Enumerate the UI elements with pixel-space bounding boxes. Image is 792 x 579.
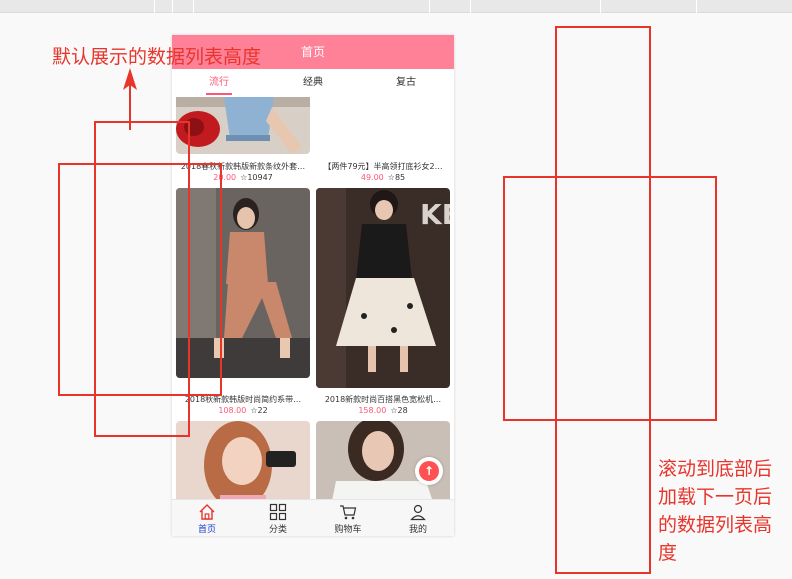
profile-icon	[410, 504, 426, 521]
tab-vintage[interactable]: 复古	[376, 69, 436, 97]
tab-label: 流行	[209, 77, 229, 88]
tab-classic[interactable]: 经典	[283, 69, 343, 97]
tab-popular[interactable]: 流行	[189, 69, 249, 97]
tabbar-label: 首页	[197, 525, 216, 535]
tabbar-item-cart[interactable]: 购物车	[313, 500, 383, 536]
goods-fav-count: 22	[257, 406, 268, 415]
category-icon	[269, 503, 287, 521]
tabbar-item-category[interactable]: 分类	[243, 500, 313, 536]
goods-info: 49.00 ☆85	[316, 173, 450, 182]
home-icon	[199, 504, 215, 520]
annotation-loaded-height-label: 滚动到底部后加载下一页后的数据列表高度	[658, 458, 773, 564]
goods-info: 158.00 ☆28	[316, 406, 450, 415]
goods-image[interactable]	[176, 97, 310, 154]
goods-image[interactable]: KE	[316, 188, 450, 388]
annotation-box-default-height-overlay	[58, 163, 222, 396]
star-icon: ☆	[387, 173, 395, 182]
tab-active-underline	[206, 93, 232, 95]
goods-image[interactable]	[176, 421, 310, 499]
goods-price: 49.00	[360, 173, 384, 182]
arrow-up-icon: ↑	[419, 461, 439, 481]
goods-item[interactable]	[176, 421, 310, 499]
browser-top-strip	[0, 0, 792, 13]
goods-title: 2018新款时尚百搭黑色宽松机…	[324, 395, 442, 404]
goods-price: 158.00	[358, 406, 387, 415]
tabbar-label: 分类	[268, 525, 287, 535]
goods-fav-count: 85	[394, 173, 406, 182]
cart-icon	[340, 505, 357, 520]
back-top-button[interactable]: ↑	[415, 457, 443, 485]
tab-control: 流行 经典 复古	[172, 69, 454, 97]
page-title: 首页	[300, 45, 325, 59]
tab-label: 经典	[303, 77, 323, 88]
goods-info: 108.00 ☆22	[176, 406, 310, 415]
tabbar-label: 我的	[408, 525, 427, 535]
tabbar-item-profile[interactable]: 我的	[383, 500, 453, 536]
goods-fav-count: 10947	[247, 173, 273, 182]
goods-item[interactable]: 【两件79元】半高领打底衫女2… 49.00 ☆85	[316, 97, 450, 187]
svg-text:KE: KE	[420, 198, 450, 231]
annotation-default-height-label: 默认展示的数据列表高度	[52, 46, 262, 68]
goods-title: 【两件79元】半高领打底衫女2…	[323, 162, 443, 171]
arrow-up-annotation-icon	[123, 68, 137, 130]
tabbar-label: 购物车	[334, 525, 362, 535]
tab-label: 复古	[396, 77, 416, 88]
goods-price: 108.00	[218, 406, 247, 415]
tabbar-item-home[interactable]: 首页	[172, 500, 242, 536]
goods-item[interactable]: KE 2018新款时尚百搭黑色宽松机… 158.00☆28	[316, 188, 450, 418]
bottom-tab-bar: 首页 分类 购物车 我的	[172, 499, 454, 536]
goods-fav-count: 28	[397, 406, 408, 415]
annotation-box-loaded-height-overlay	[503, 176, 717, 421]
